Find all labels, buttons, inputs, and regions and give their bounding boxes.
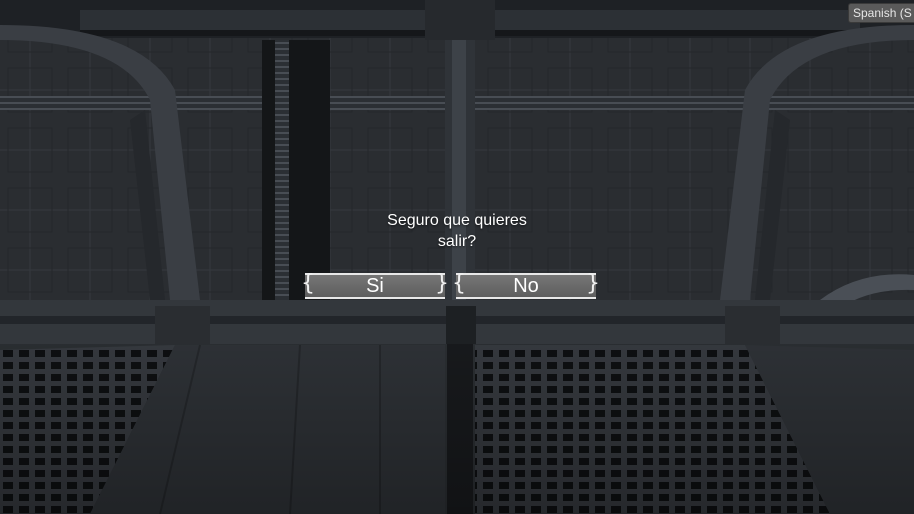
sci-fi-corridor-background bbox=[0, 0, 914, 514]
yes-button[interactable]: Si bbox=[301, 272, 449, 299]
language-selector[interactable]: Spanish (S bbox=[848, 3, 914, 23]
exit-question-text: Seguro que quieres salir? bbox=[387, 212, 527, 250]
no-button[interactable]: No bbox=[452, 272, 600, 299]
